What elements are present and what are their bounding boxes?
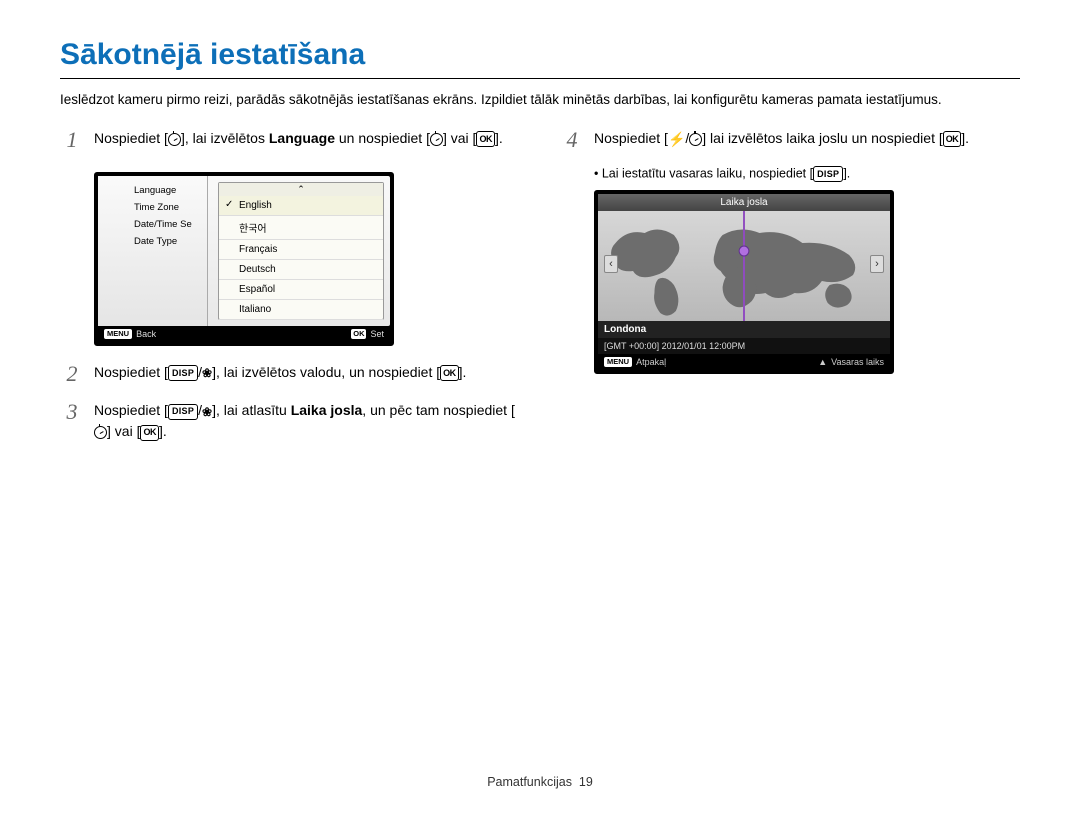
language-screen-mock: ✿ Language Time Zone Date/Time Se Date T… bbox=[94, 172, 394, 346]
ok-icon: OK bbox=[476, 131, 495, 147]
menu-label: MENU bbox=[104, 329, 132, 339]
device2-footer: MENU Atpakaļ ▲ Vasaras laiks bbox=[598, 354, 890, 370]
up-arrow-icon: ▲ bbox=[818, 357, 827, 367]
settings-menu: Language Time Zone Date/Time Se Date Typ… bbox=[98, 176, 208, 326]
menu-item-datetime: Date/Time Se bbox=[134, 216, 207, 233]
language-option-german: Deutsch bbox=[219, 260, 383, 280]
menu-item-datetype: Date Type bbox=[134, 233, 207, 250]
step-number: 4 bbox=[560, 128, 584, 152]
prev-timezone-button: ‹ bbox=[604, 255, 618, 273]
timer-icon bbox=[168, 133, 181, 146]
left-column: 1 Nospiediet [], lai izvēlētos Language … bbox=[60, 128, 520, 456]
next-timezone-button: › bbox=[870, 255, 884, 273]
dst-label: Vasaras laiks bbox=[831, 357, 884, 367]
back-label: Back bbox=[136, 329, 156, 339]
divider bbox=[60, 78, 1020, 79]
language-option-french: Français bbox=[219, 240, 383, 260]
step-2: 2 Nospiediet [DISP/❀], lai izvēlētos val… bbox=[60, 362, 520, 386]
language-option-italian: Italiano bbox=[219, 300, 383, 320]
step-3: 3 Nospiediet [DISP/❀], lai atlasītu Laik… bbox=[60, 400, 520, 442]
right-column: 4 Nospiediet [⚡/] lai izvēlētos laika jo… bbox=[560, 128, 1020, 456]
disp-icon: DISP bbox=[813, 166, 843, 182]
step-number: 3 bbox=[60, 400, 84, 442]
macro-icon: ❀ bbox=[202, 367, 212, 379]
step-text: Nospiediet [DISP/❀], lai izvēlētos valod… bbox=[94, 362, 466, 386]
step-text: Nospiediet [], lai izvēlētos Language un… bbox=[94, 128, 503, 152]
menu-item-language: Language bbox=[134, 182, 207, 199]
macro-icon: ❀ bbox=[202, 406, 212, 418]
ok-label: OK bbox=[351, 329, 366, 339]
language-option-spanish: Español bbox=[219, 280, 383, 300]
ok-icon: OK bbox=[140, 425, 159, 441]
timezone-title: Laika josla bbox=[598, 194, 890, 211]
step-text: Nospiediet [⚡/] lai izvēlētos laika josl… bbox=[594, 128, 969, 152]
step-1: 1 Nospiediet [], lai izvēlētos Language … bbox=[60, 128, 520, 152]
device-footer: MENU Back OK Set bbox=[98, 326, 390, 342]
back-label: Atpakaļ bbox=[636, 357, 666, 367]
scroll-up-indicator: ⌃ bbox=[219, 183, 383, 196]
gmt-label: [GMT +00:00] 2012/01/01 12:00PM bbox=[604, 341, 745, 351]
set-label: Set bbox=[370, 329, 384, 339]
disp-icon: DISP bbox=[168, 404, 198, 420]
step-4: 4 Nospiediet [⚡/] lai izvēlētos laika jo… bbox=[560, 128, 1020, 152]
step-text: Nospiediet [DISP/❀], lai atlasītu Laika … bbox=[94, 400, 520, 442]
timer-icon bbox=[94, 426, 107, 439]
timezone-gmt-bar: [GMT +00:00] 2012/01/01 12:00PM bbox=[598, 338, 890, 354]
world-map: ‹ › bbox=[598, 211, 890, 321]
intro-text: Ieslēdzot kameru pirmo reizi, parādās sā… bbox=[60, 91, 1020, 110]
ok-icon: OK bbox=[943, 131, 962, 147]
disp-icon: DISP bbox=[168, 365, 198, 381]
language-option-english: English bbox=[219, 196, 383, 216]
page-title: Sākotnējā iestatīšana bbox=[60, 38, 1020, 72]
timer-icon bbox=[430, 133, 443, 146]
menu-label: MENU bbox=[604, 357, 632, 367]
menu-item-timezone: Time Zone bbox=[134, 199, 207, 216]
language-list: ⌃ English 한국어 Français Deutsch Español I… bbox=[218, 182, 384, 320]
content-columns: 1 Nospiediet [], lai izvēlētos Language … bbox=[60, 128, 1020, 456]
page-footer: Pamatfunkcijas 19 bbox=[0, 775, 1080, 789]
timezone-info-bar: Londona bbox=[598, 321, 890, 338]
timezone-screen-mock: Laika josla ‹ › bbox=[594, 190, 894, 374]
language-option-korean: 한국어 bbox=[219, 216, 383, 240]
ok-icon: OK bbox=[440, 365, 459, 381]
step-number: 1 bbox=[60, 128, 84, 152]
timer-icon bbox=[689, 133, 702, 146]
city-label: Londona bbox=[604, 324, 646, 335]
flash-icon: ⚡ bbox=[668, 132, 685, 146]
dst-hint: • Lai iestatītu vasaras laiku, nospiedie… bbox=[594, 166, 1020, 182]
step-number: 2 bbox=[60, 362, 84, 386]
